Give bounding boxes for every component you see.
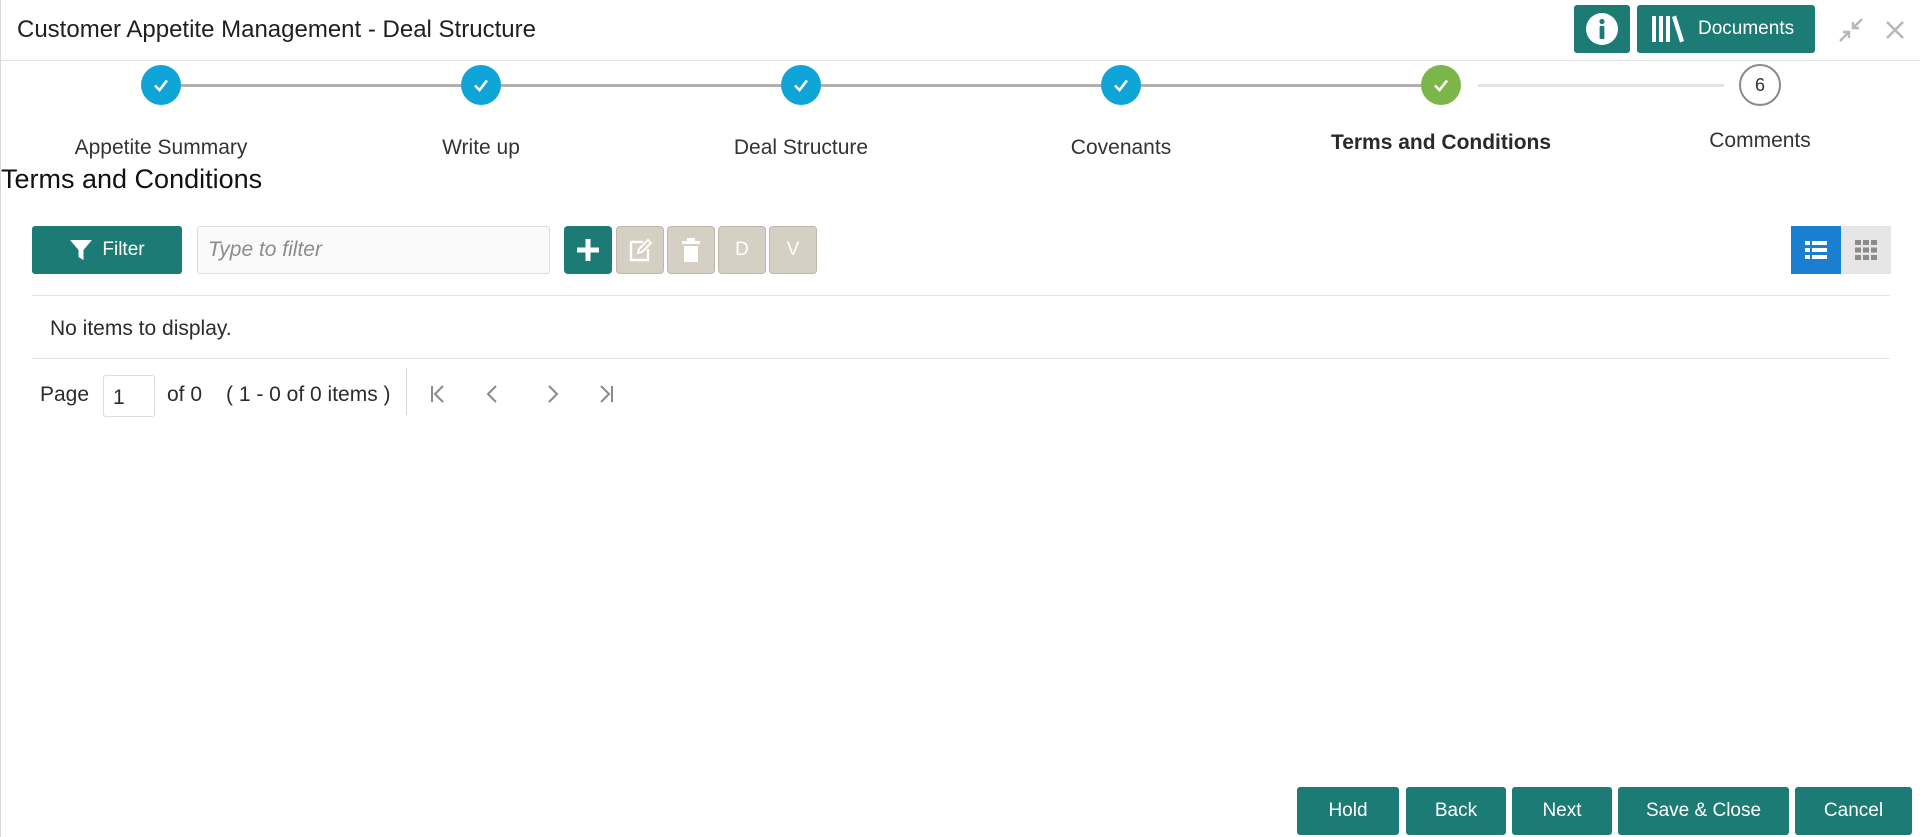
close-button[interactable]	[1881, 16, 1909, 44]
pager-divider	[406, 368, 407, 415]
list-view-button[interactable]	[1791, 226, 1841, 274]
page-number-input[interactable]	[103, 375, 155, 417]
minimize-icon	[1839, 18, 1863, 42]
checkmark-icon	[1434, 79, 1449, 92]
chevron-left-icon	[486, 385, 497, 403]
filter-button[interactable]: Filter	[32, 226, 182, 274]
documents-label: Documents	[1698, 18, 1795, 39]
save-close-button[interactable]: Save & Close	[1618, 787, 1789, 835]
documents-button[interactable]: Documents	[1637, 5, 1815, 53]
step-4-done[interactable]	[1101, 65, 1141, 105]
next-page-button[interactable]	[538, 380, 566, 408]
step-connector	[501, 84, 781, 87]
page-count-label: of 0	[167, 383, 203, 406]
step-5-current[interactable]	[1421, 65, 1461, 105]
edit-button[interactable]	[616, 226, 664, 274]
info-icon	[1586, 13, 1618, 45]
header-bar: Customer Appetite Management - Deal Stru…	[1, 0, 1920, 61]
close-icon	[1886, 21, 1904, 39]
edit-icon	[629, 238, 653, 262]
step-label: Write up	[442, 136, 520, 159]
section-title: Terms and Conditions	[1, 164, 263, 194]
info-button[interactable]	[1574, 5, 1630, 53]
cancel-button[interactable]: Cancel	[1795, 787, 1912, 835]
trash-icon	[682, 238, 700, 262]
grid-divider	[32, 295, 1890, 296]
plus-icon	[577, 239, 599, 261]
last-page-button[interactable]	[592, 380, 620, 408]
app-title: Customer Appetite Management - Deal Stru…	[17, 16, 536, 43]
documents-icon	[1652, 15, 1684, 43]
page-label: Page	[40, 383, 90, 406]
d-button[interactable]: D	[718, 226, 766, 274]
list-view-icon	[1805, 241, 1827, 259]
filter-input[interactable]	[197, 226, 550, 274]
minimize-button[interactable]	[1837, 16, 1865, 44]
step-label: Covenants	[1070, 136, 1172, 159]
first-page-icon	[431, 385, 444, 403]
previous-page-button[interactable]	[479, 380, 507, 408]
step-connector	[1141, 84, 1421, 87]
checkmark-icon	[1114, 79, 1129, 92]
delete-button[interactable]	[667, 226, 715, 274]
last-page-icon	[600, 385, 613, 403]
first-page-button[interactable]	[424, 380, 452, 408]
step-label: Appetite Summary	[74, 136, 248, 159]
filter-label: Filter	[102, 239, 145, 260]
step-label-active: Terms and Conditions	[1330, 131, 1552, 154]
filter-icon	[70, 240, 93, 260]
back-button[interactable]: Back	[1406, 787, 1506, 835]
checkmark-icon	[474, 79, 489, 92]
step-2-done[interactable]	[461, 65, 501, 105]
grid-view-icon	[1855, 240, 1877, 260]
d-label: D	[735, 239, 749, 260]
progress-stepper: 6 Appetite Summary Write up Deal Structu…	[1, 62, 1920, 162]
v-button[interactable]: V	[769, 226, 817, 274]
next-button[interactable]: Next	[1512, 787, 1612, 835]
step-number: 6	[1754, 74, 1765, 95]
step-3-done[interactable]	[781, 65, 821, 105]
step-label: Deal Structure	[733, 136, 869, 159]
step-connector	[1478, 84, 1724, 87]
checkmark-icon	[794, 79, 809, 92]
items-range-label: ( 1 - 0 of 0 items )	[226, 383, 391, 406]
checkmark-icon	[154, 79, 169, 92]
step-connector	[821, 84, 1101, 87]
add-button[interactable]	[564, 226, 612, 274]
hold-button[interactable]: Hold	[1297, 787, 1399, 835]
grid-divider	[32, 358, 1890, 359]
v-label: V	[786, 239, 800, 260]
step-label: Comments	[1709, 129, 1811, 152]
app-window: Customer Appetite Management - Deal Stru…	[0, 0, 1920, 837]
grid-view-button[interactable]	[1841, 226, 1891, 274]
chevron-right-icon	[548, 385, 559, 403]
step-1-done[interactable]	[141, 65, 181, 105]
empty-message: No items to display.	[50, 317, 232, 340]
step-connector	[181, 84, 461, 87]
step-6-pending[interactable]: 6	[1739, 64, 1781, 106]
